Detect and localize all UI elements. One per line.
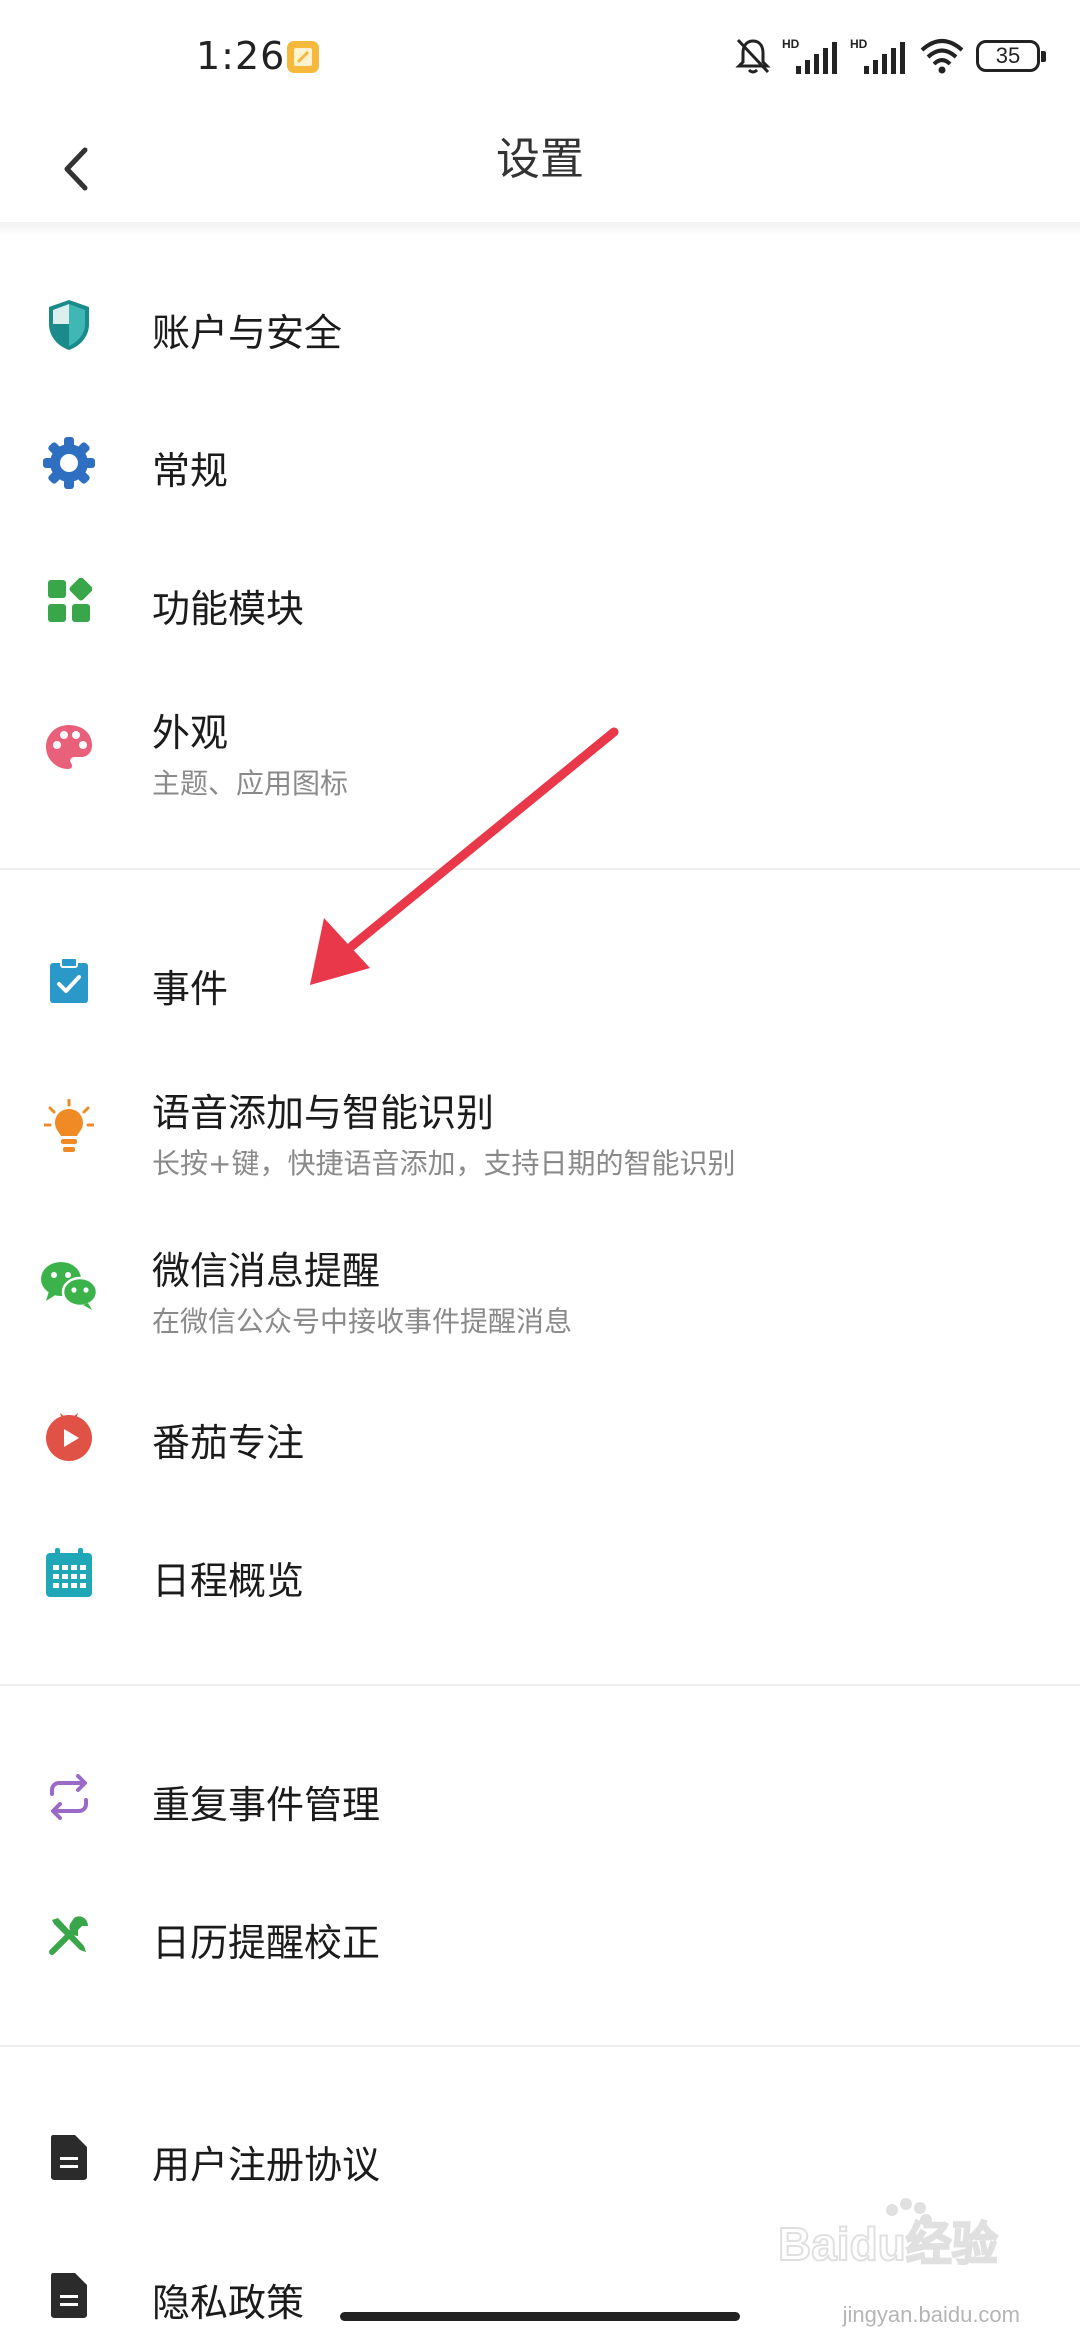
status-time: 1:26 [196,34,286,78]
settings-item-label: 日历提醒校正 [152,1921,381,1965]
back-button[interactable] [40,134,110,204]
settings-item-voice-add[interactable]: 语音添加与智能识别 长按+键，快捷语音添加，支持日期的智能识别 [0,1074,1080,1194]
section-divider [0,2045,1080,2047]
settings-item-label: 事件 [152,967,229,1011]
signal-icon-2: HD [850,37,905,74]
settings-item-label: 重复事件管理 [152,1783,381,1827]
settings-item-label: 常规 [152,449,229,493]
settings-item-modules[interactable]: 功能模块 [0,556,1080,646]
settings-item-subtitle: 在微信公众号中接收事件提醒消息 [152,1305,573,1338]
settings-item-schedule-overview[interactable]: 日程概览 [0,1528,1080,1618]
section-divider [0,1684,1080,1686]
watermark-text: Baidu经验 [778,2218,998,2270]
settings-screen: 1:26 HD HD 35 设置 账户与安全 常规 功能模块 外观 主题、应用图… [0,0,1080,2340]
document-icon [36,2262,102,2328]
settings-item-label: 功能模块 [152,587,305,631]
tools-icon [36,1902,102,1968]
settings-item-account-security[interactable]: 账户与安全 [0,280,1080,370]
settings-item-label: 语音添加与智能识别 [152,1091,495,1135]
tomato-icon [36,1402,102,1468]
app-header: 设置 [0,110,1080,230]
battery-indicator: 35 [976,40,1046,72]
settings-item-user-agreement[interactable]: 用户注册协议 [0,2112,1080,2202]
document-icon [36,2124,102,2190]
settings-item-pomodoro[interactable]: 番茄专注 [0,1390,1080,1480]
status-bar: 1:26 HD HD 35 [0,0,1080,110]
settings-item-label: 番茄专注 [152,1421,305,1465]
modules-icon [36,568,102,634]
network-type-label: HD [850,37,868,51]
calendar-icon [36,1540,102,1606]
gear-icon [36,430,102,496]
notes-app-icon [287,41,319,73]
status-indicators: HD HD 35 [734,34,1046,78]
settings-item-label: 用户注册协议 [152,2143,381,2187]
settings-item-subtitle: 长按+键，快捷语音添加，支持日期的智能识别 [152,1147,736,1180]
settings-item-calendar-correction[interactable]: 日历提醒校正 [0,1890,1080,1980]
mute-bell-icon [735,38,771,74]
settings-item-general[interactable]: 常规 [0,418,1080,508]
settings-item-events[interactable]: 事件 [0,936,1080,1026]
baidu-watermark-logo: Baidu经验 [777,2198,999,2271]
clipboard-check-icon [36,948,102,1014]
settings-item-label: 账户与安全 [152,311,343,355]
palette-icon [36,714,102,780]
settings-item-appearance[interactable]: 外观 主题、应用图标 [0,694,1080,814]
shield-icon [36,292,102,358]
chevron-left-icon [64,147,88,191]
settings-item-label: 外观 [152,711,229,755]
lightbulb-icon [36,1094,102,1160]
watermark-url: jingyan.baidu.com [842,2302,1020,2327]
settings-item-wechat-reminder[interactable]: 微信消息提醒 在微信公众号中接收事件提醒消息 [0,1232,1080,1352]
settings-item-subtitle: 主题、应用图标 [152,767,349,800]
wifi-icon [920,39,964,74]
settings-item-label: 微信消息提醒 [152,1249,381,1293]
settings-item-label: 隐私政策 [152,2281,305,2325]
repeat-icon [36,1764,102,1830]
settings-item-repeat-management[interactable]: 重复事件管理 [0,1752,1080,1842]
section-divider [0,868,1080,870]
home-indicator[interactable] [340,2312,740,2321]
page-title: 设置 [496,134,584,185]
network-type-label: HD [782,37,800,51]
wechat-icon [36,1252,102,1318]
signal-icon-1: HD [782,37,837,74]
header-shadow [0,222,1080,236]
settings-item-label: 日程概览 [152,1559,305,1603]
